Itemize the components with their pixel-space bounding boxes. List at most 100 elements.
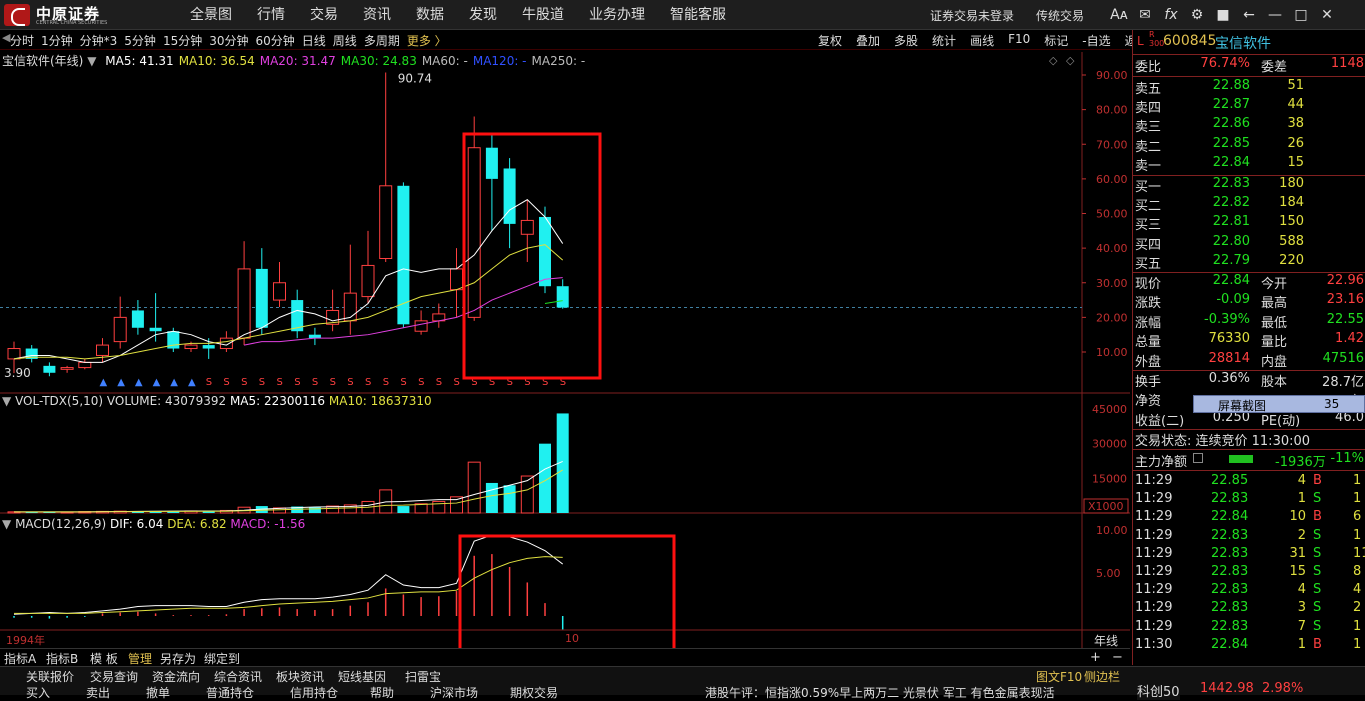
quick-action-2[interactable]: 撤单 <box>146 684 170 701</box>
bid-row[interactable]: 买一 22.83 180 <box>1133 176 1365 195</box>
candle-body <box>184 344 198 350</box>
status-tab-2[interactable]: 资金流向 <box>152 668 200 685</box>
fx-icon[interactable]: fx <box>1158 7 1184 23</box>
vol-legend-toggle-icon[interactable]: ▼ <box>2 394 11 408</box>
dividend-arrow-icon: ▲ <box>117 377 125 388</box>
quick-action-5[interactable]: 帮助 <box>370 684 394 701</box>
bid-row[interactable]: 买三 22.81 150 <box>1133 214 1365 233</box>
menu-item-7[interactable]: 业务办理 <box>589 0 645 30</box>
bid-row[interactable]: 买四 22.80 588 <box>1133 234 1365 253</box>
message-icon[interactable]: ✉ <box>1132 7 1158 23</box>
period-4[interactable]: 15分钟 <box>163 32 202 49</box>
quick-action-7[interactable]: 期权交易 <box>510 684 558 701</box>
indicator-tab-4[interactable]: 另存为 <box>160 650 196 667</box>
period-10[interactable]: 更多 〉 <box>407 32 447 49</box>
indicator-tab-5[interactable]: 绑定到 <box>204 650 240 667</box>
menu-item-6[interactable]: 牛股道 <box>522 0 564 30</box>
tool-6[interactable]: 标记 <box>1044 32 1068 49</box>
period-8[interactable]: 周线 <box>333 32 357 49</box>
tick-row: 11:29 22.83 3 S 2 <box>1133 600 1365 618</box>
sidebar-link[interactable]: 侧边栏 <box>1084 668 1120 685</box>
period-2[interactable]: 分钟*3 <box>80 32 118 49</box>
menu-item-0[interactable]: 全景图 <box>190 0 232 30</box>
indicator-tab-0[interactable]: 指标A <box>4 650 36 667</box>
close-icon[interactable]: ✕ <box>1314 7 1340 23</box>
tool-5[interactable]: F10 <box>1008 32 1030 49</box>
status-tab-5[interactable]: 短线基因 <box>338 668 386 685</box>
ask-row[interactable]: 卖一 22.84 15 <box>1133 155 1365 174</box>
news-ticker[interactable]: 港股午评：恒指涨0.59%早上两万二 光景伏 军工 有色金属表现活 <box>705 684 1055 701</box>
classic-trade-link[interactable]: 传统交易 <box>1036 7 1084 24</box>
quick-action-1[interactable]: 卖出 <box>86 684 110 701</box>
tool-7[interactable]: -自选 <box>1082 32 1110 49</box>
back-icon[interactable]: ← <box>1236 7 1262 23</box>
tool-4[interactable]: 画线 <box>970 32 994 49</box>
status-tab-6[interactable]: 扫雷宝 <box>405 668 441 685</box>
ask-row[interactable]: 卖五 22.88 51 <box>1133 78 1365 97</box>
period-1[interactable]: 1分钟 <box>41 32 73 49</box>
indicator-tab-1[interactable]: 指标B <box>46 650 78 667</box>
period-6[interactable]: 60分钟 <box>256 32 295 49</box>
trade-login-status[interactable]: 证券交易未登录 <box>930 7 1014 24</box>
menu-item-8[interactable]: 智能客服 <box>670 0 726 30</box>
macd-tick-label: 5.00 <box>1096 567 1121 580</box>
shirt-icon[interactable]: ■ <box>1210 7 1236 23</box>
kline-chart[interactable]: 90.00 80.00 70.00 60.00 50.00 40.00 30.00 20.00… <box>0 52 1130 648</box>
gear-icon[interactable]: ⚙ <box>1184 7 1210 23</box>
tick-volume: 31 <box>1289 545 1306 561</box>
ask-row[interactable]: 卖二 22.85 26 <box>1133 136 1365 155</box>
macd-dif: DIF: 6.04 <box>110 517 164 531</box>
status-tab-0[interactable]: 关联报价 <box>26 668 74 685</box>
menu-item-2[interactable]: 交易 <box>310 0 338 30</box>
ask-row[interactable]: 卖三 22.86 38 <box>1133 116 1365 135</box>
stock-name[interactable]: 宝信软件 <box>1215 33 1271 53</box>
period-7[interactable]: 日线 <box>302 32 326 49</box>
diamond-icon[interactable]: ◇ <box>1049 54 1058 67</box>
bid-row[interactable]: 买二 22.82 184 <box>1133 195 1365 214</box>
tool-1[interactable]: 叠加 <box>856 32 880 49</box>
status-tab-1[interactable]: 交易查询 <box>90 668 138 685</box>
menu-item-4[interactable]: 数据 <box>416 0 444 30</box>
volume-legend: ▼ VOL-TDX(5,10) VOLUME: 43079392 MA5: 22… <box>2 394 432 408</box>
status-tab-3[interactable]: 综合资讯 <box>214 668 262 685</box>
quote-row-col1: 76330 <box>1208 331 1250 347</box>
menu-item-5[interactable]: 发现 <box>469 0 497 30</box>
menu-item-3[interactable]: 资讯 <box>363 0 391 30</box>
quick-action-6[interactable]: 沪深市场 <box>430 684 478 701</box>
status-tab-4[interactable]: 板块资讯 <box>276 668 324 685</box>
index-name[interactable]: 科创50 <box>1137 681 1180 700</box>
tick-row: 11:29 22.85 4 B 1 <box>1133 473 1365 491</box>
font-size-icon[interactable]: Aᴀ <box>1106 7 1132 23</box>
menu-item-1[interactable]: 行情 <box>257 0 285 30</box>
bid-row[interactable]: 买五 22.79 220 <box>1133 253 1365 272</box>
dividend-s-icon: S <box>330 377 336 388</box>
tool-2[interactable]: 多股 <box>894 32 918 49</box>
candle-body <box>131 310 144 328</box>
tool-0[interactable]: 复权 <box>818 32 842 49</box>
restore-icon[interactable]: □ <box>1288 7 1314 23</box>
ask-row[interactable]: 卖四 22.87 44 <box>1133 97 1365 116</box>
ask-label: 卖四 <box>1135 101 1162 117</box>
brand-logo-mark <box>4 4 30 26</box>
tool-3[interactable]: 统计 <box>932 32 956 49</box>
tick-side: B <box>1313 509 1322 525</box>
weibi-value: 76.74% <box>1200 56 1250 71</box>
macd-legend-toggle-icon[interactable]: ▼ <box>2 517 11 531</box>
indicator-tab-2[interactable]: 模 板 <box>90 650 118 667</box>
period-5[interactable]: 30分钟 <box>209 32 248 49</box>
dividend-s-icon: S <box>383 377 389 388</box>
indicator-tab-3[interactable]: 管理 <box>128 650 152 667</box>
year-line-label[interactable]: 年线 <box>1094 632 1118 649</box>
quick-action-3[interactable]: 普通持仓 <box>206 684 254 701</box>
period-0[interactable]: 分时 <box>10 32 34 49</box>
period-9[interactable]: 多周期 <box>364 32 400 49</box>
quick-action-0[interactable]: 买入 <box>26 684 50 701</box>
highlight-box-kline <box>462 132 602 380</box>
list-icon[interactable] <box>1193 453 1203 463</box>
expand-icon[interactable]: ◇ <box>1066 54 1075 67</box>
bid-price: 22.81 <box>1212 214 1250 230</box>
period-3[interactable]: 5分钟 <box>124 32 156 49</box>
minimize-icon[interactable]: — <box>1262 7 1288 23</box>
f10-link[interactable]: 图文F10 <box>1036 668 1082 685</box>
quick-action-4[interactable]: 信用持仓 <box>290 684 338 701</box>
